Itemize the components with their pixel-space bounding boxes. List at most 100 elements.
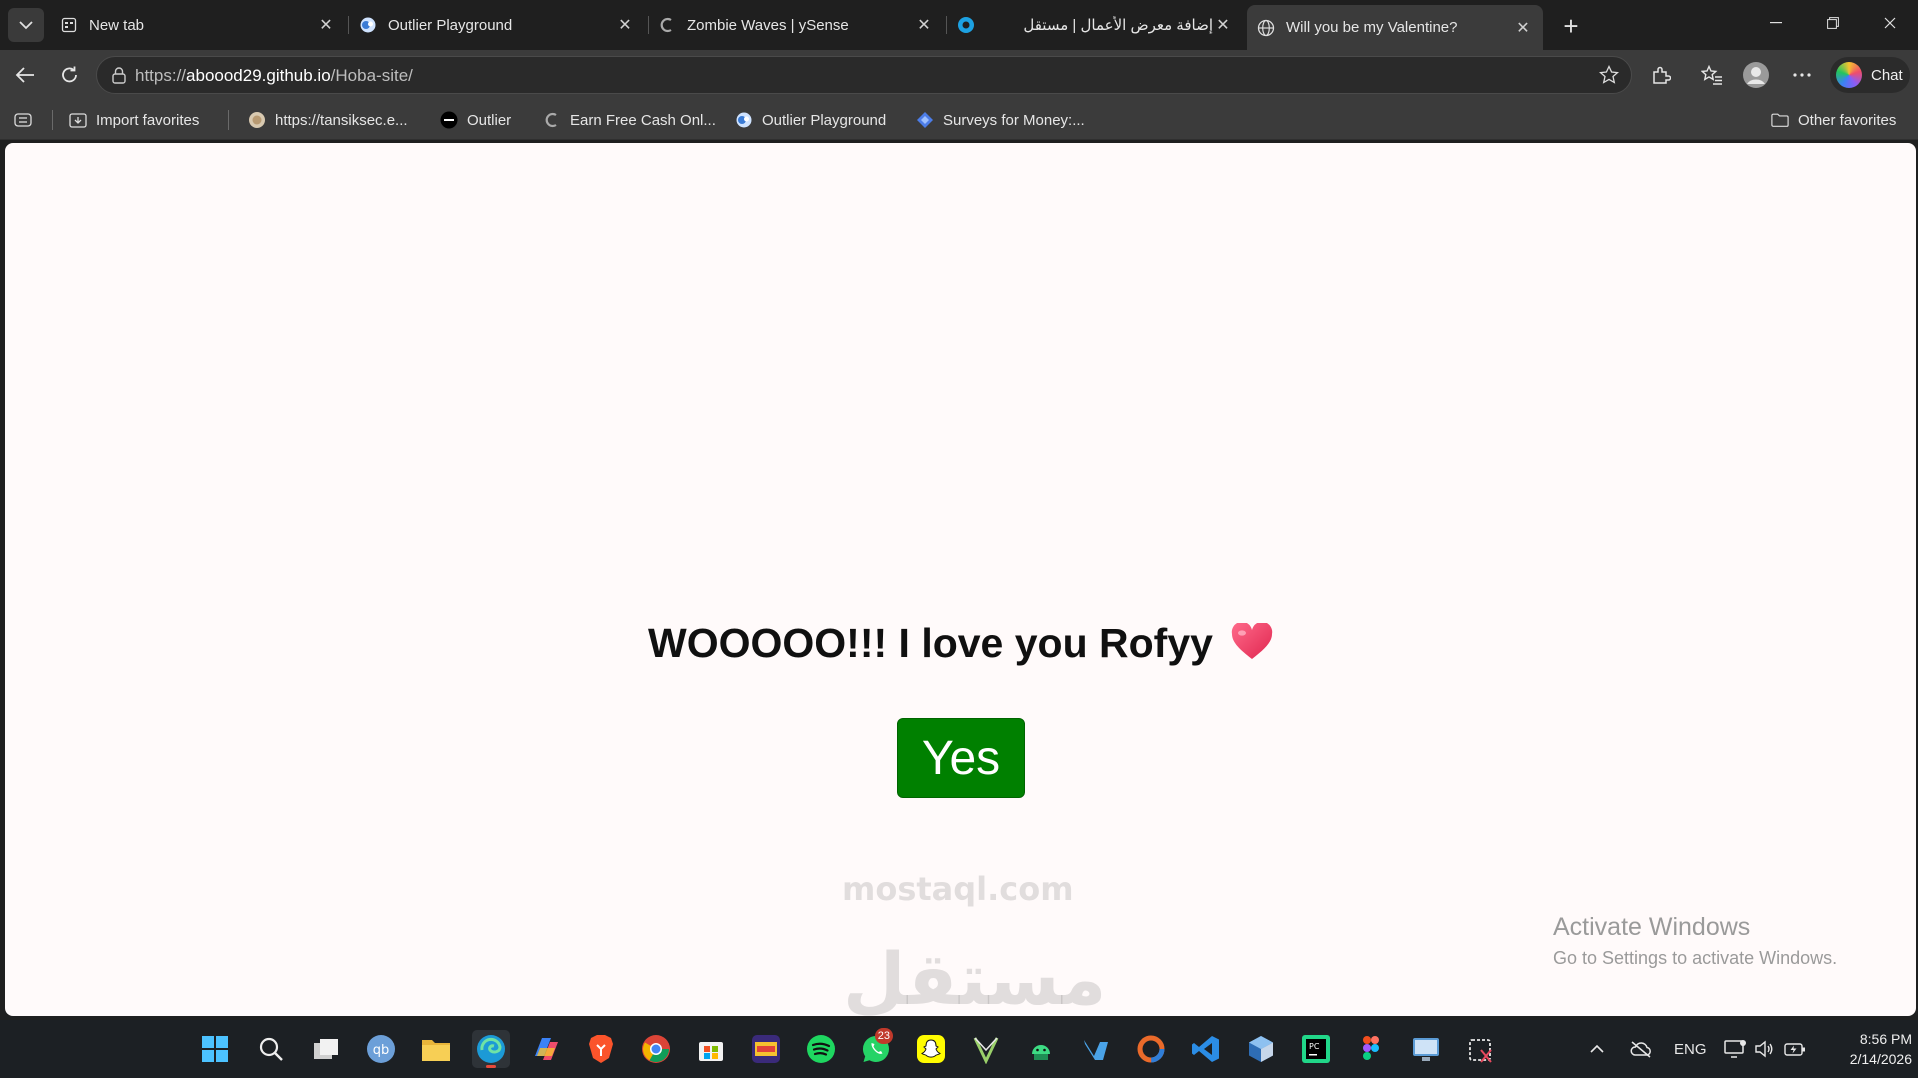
yes-button[interactable]: Yes — [897, 718, 1025, 798]
tab-title: Will you be my Valentine? — [1286, 19, 1458, 36]
taskbar-office-app[interactable] — [1132, 1030, 1170, 1068]
favorites-separator — [228, 110, 229, 130]
edge-icon — [477, 1035, 505, 1063]
taskbar-figma[interactable] — [1352, 1030, 1390, 1068]
onedrive-status[interactable] — [1630, 1020, 1652, 1078]
network-icon — [1724, 1040, 1746, 1058]
headline-text: WOOOOO!!! I love you Rofyy — [648, 620, 1213, 666]
show-hidden-icons-button[interactable] — [1590, 1020, 1604, 1078]
new-tab-button[interactable]: + — [1556, 11, 1586, 41]
taskbar-file-explorer[interactable] — [417, 1030, 455, 1068]
vertical-tabs-button[interactable] — [14, 109, 41, 131]
taskbar-pycharm[interactable]: PC — [1297, 1030, 1335, 1068]
network-status[interactable] — [1724, 1020, 1746, 1078]
settings-more-button[interactable] — [1786, 59, 1818, 91]
minimize-icon — [1770, 22, 1782, 24]
favorite-label: Surveys for Money:... — [943, 111, 1085, 129]
import-icon — [69, 111, 87, 129]
close-tab-icon[interactable]: ✕ — [615, 15, 635, 35]
taskbar-remote-desktop[interactable] — [1407, 1030, 1445, 1068]
tab-list-icon — [14, 111, 32, 129]
remote-desktop-icon — [1413, 1038, 1439, 1061]
volume-control[interactable] — [1754, 1020, 1774, 1078]
puzzle-icon — [1653, 66, 1671, 84]
taskbar-virtualbox[interactable] — [1242, 1030, 1280, 1068]
restore-button[interactable] — [1813, 8, 1853, 38]
address-bar[interactable]: https://aboood29.github.io/Hoba-site/ — [96, 56, 1632, 94]
favorite-outlier[interactable]: Outlier — [440, 109, 511, 131]
svg-text:qb: qb — [373, 1043, 390, 1058]
taskbar-brave[interactable] — [582, 1030, 620, 1068]
close-tab-icon[interactable]: ✕ — [1513, 18, 1533, 38]
taskbar-clock[interactable]: 8:56 PM 2/14/2026 — [1822, 1029, 1912, 1069]
outlier-dark-icon — [440, 111, 458, 129]
taskbar-vscode[interactable] — [1187, 1030, 1225, 1068]
favorite-outlier-playground[interactable]: Outlier Playground — [735, 109, 886, 131]
tab-outlier-playground[interactable]: Outlier Playground ✕ — [349, 5, 645, 45]
taskbar-qbittorrent[interactable]: qb — [362, 1030, 400, 1068]
game-app-icon — [752, 1035, 780, 1063]
tab-actions-menu-button[interactable] — [8, 8, 44, 42]
taskbar-task-view[interactable] — [307, 1030, 345, 1068]
taskbar-spotify[interactable] — [802, 1030, 840, 1068]
mostaql-watermark-domain: mostaql.com — [842, 870, 1074, 908]
taskbar-chrome[interactable] — [637, 1030, 675, 1068]
taskbar-store[interactable] — [692, 1030, 730, 1068]
minimize-button[interactable] — [1756, 8, 1796, 38]
tab-zombie-waves[interactable]: Zombie Waves | ySense ✕ — [648, 5, 944, 45]
chevron-up-icon — [1590, 1044, 1604, 1053]
taskbar-snipping-tool[interactable] — [1462, 1030, 1500, 1068]
search-icon — [259, 1037, 283, 1061]
tab-mostaql[interactable]: إضافة معرض الأعمال | مستقل ✕ — [947, 5, 1243, 45]
ysense-icon — [543, 111, 561, 129]
favorites-separator — [52, 110, 53, 130]
snapchat-icon — [917, 1035, 945, 1063]
android-app-icon — [1032, 1045, 1050, 1060]
close-tab-icon[interactable]: ✕ — [914, 15, 934, 35]
heart-icon — [1231, 621, 1273, 671]
chrome-icon — [642, 1035, 670, 1063]
refresh-button[interactable] — [54, 59, 86, 91]
copilot-chat-button[interactable]: Chat — [1830, 57, 1910, 93]
taskbar-whatsapp[interactable]: 23 — [857, 1028, 895, 1068]
extensions-button[interactable] — [1645, 59, 1677, 91]
taskbar-vector-app[interactable] — [967, 1030, 1005, 1068]
taskbar-android-app[interactable] — [1022, 1030, 1060, 1068]
close-tab-icon[interactable]: ✕ — [1213, 15, 1233, 35]
favorite-earn-free-cash[interactable]: Earn Free Cash Onl... — [543, 109, 716, 131]
back-button[interactable] — [9, 59, 41, 91]
taskbar-game-app[interactable] — [747, 1030, 785, 1068]
favorites-button[interactable] — [1696, 59, 1728, 91]
start-button[interactable] — [196, 1030, 234, 1068]
favorite-surveys-for-money[interactable]: Surveys for Money:... — [916, 109, 1085, 131]
favorites-star-list-icon — [1701, 65, 1722, 85]
tab-valentine[interactable]: Will you be my Valentine? ✕ — [1247, 5, 1543, 50]
battery-charging-icon — [1784, 1043, 1805, 1056]
svg-text:PC: PC — [1309, 1042, 1320, 1051]
taskbar-snapchat[interactable] — [912, 1030, 950, 1068]
chevron-down-icon — [19, 21, 33, 30]
tab-title: Outlier Playground — [388, 16, 513, 34]
mostaql-icon — [957, 16, 975, 34]
add-favorite-star-icon[interactable] — [1598, 64, 1620, 90]
favorite-tansiksec[interactable]: https://tansiksec.e... — [248, 109, 408, 131]
tab-new-tab[interactable]: New tab ✕ — [50, 5, 346, 45]
taskbar-edge[interactable] — [472, 1030, 510, 1068]
site-info-icon[interactable] — [111, 66, 127, 89]
taskbar-copilot[interactable] — [527, 1030, 565, 1068]
refresh-icon — [62, 66, 77, 83]
close-window-button[interactable] — [1870, 8, 1910, 38]
taskbar-visual-studio[interactable] — [1077, 1030, 1115, 1068]
input-language[interactable]: ENG — [1674, 1020, 1707, 1078]
url-path: /Hoba-site/ — [330, 66, 413, 85]
favorite-import[interactable]: Import favorites — [69, 109, 199, 131]
globe-icon — [1257, 19, 1275, 37]
close-tab-icon[interactable]: ✕ — [316, 15, 336, 35]
taskbar-search[interactable] — [252, 1030, 290, 1068]
favorite-label: Import favorites — [96, 111, 200, 129]
snipping-tool-icon — [1469, 1039, 1492, 1063]
copilot-icon — [1836, 62, 1862, 88]
battery-status[interactable] — [1784, 1020, 1806, 1078]
profile-button[interactable] — [1740, 59, 1772, 91]
favorite-other-folder[interactable]: Other favorites — [1771, 109, 1896, 131]
